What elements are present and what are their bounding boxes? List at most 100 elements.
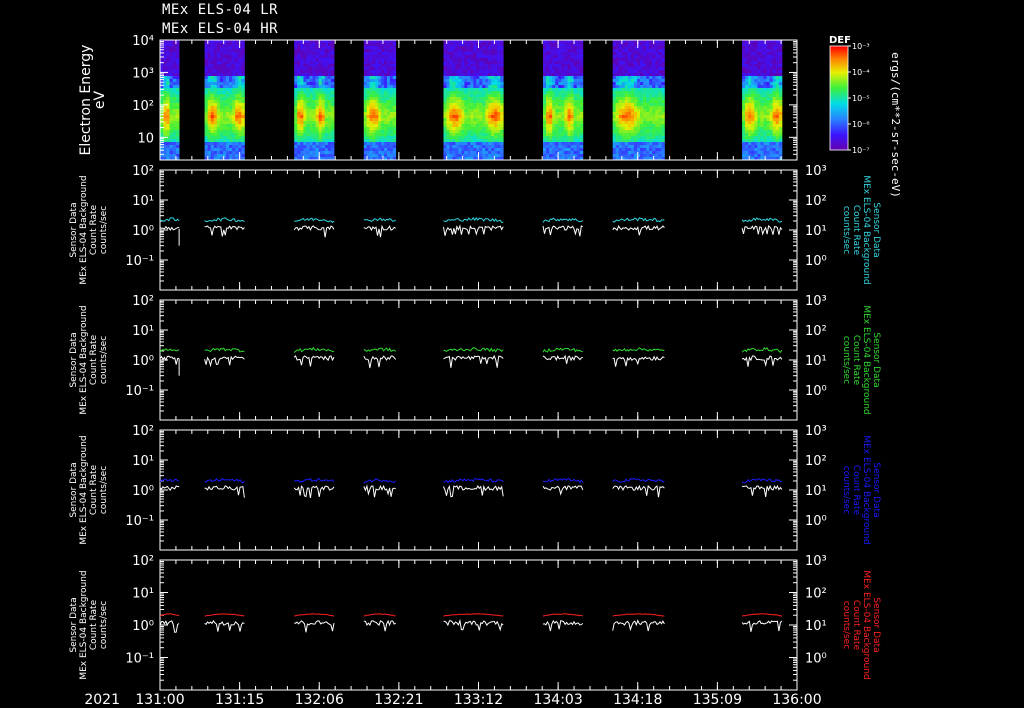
y-label-left: Count Rate — [89, 334, 99, 385]
y-tick-label-right: 10⁰ — [805, 514, 827, 529]
colorbar-units: ergs/(cm**2-sr-sec-eV) — [889, 52, 902, 198]
series-segment — [542, 619, 584, 632]
y-tick-label-right: 10² — [805, 587, 827, 602]
series-segment — [363, 217, 396, 222]
y-label-left: MEx ELS-04 Background — [79, 570, 89, 679]
y-label-right: MEx ELS-04 Background — [861, 570, 871, 679]
y-label-left: Sensor Data — [69, 202, 79, 257]
series-segment — [443, 477, 504, 484]
colorbar-tick-label: 10⁻⁴ — [852, 68, 870, 77]
x-tick-label: 131:15 — [215, 692, 264, 708]
y-label-left: Sensor Data — [69, 332, 79, 387]
y-label-left: Count Rate — [89, 464, 99, 515]
y-tick-label-left: 10⁰ — [132, 619, 154, 634]
y-label-right: counts/sec — [841, 336, 851, 384]
spectrogram-block — [742, 40, 783, 161]
series-segment — [204, 613, 245, 617]
y-label-right: Sensor Data — [871, 462, 881, 517]
y-label-left: Sensor Data — [69, 462, 79, 517]
y-label-right: Count Rate — [851, 465, 861, 516]
series-segment — [159, 225, 180, 231]
y-tick-label-right: 10⁰ — [805, 384, 827, 399]
series-line-colored — [159, 216, 783, 224]
series-segment — [204, 217, 245, 223]
colorbar-tick-label: 10⁻⁵ — [852, 94, 870, 103]
series-segment — [443, 354, 504, 368]
x-tick-label: 133:12 — [454, 692, 503, 708]
spectrogram-block — [612, 40, 665, 161]
y-tick-label-left: 10¹ — [132, 454, 154, 469]
series-segment — [159, 478, 180, 483]
series-segment — [363, 224, 396, 238]
y-label-right: MEx ELS-04 Background — [861, 305, 871, 414]
series-segment — [612, 347, 665, 352]
series-segment — [612, 477, 665, 483]
series-segment — [741, 620, 783, 632]
series-segment — [612, 224, 665, 236]
y-label-right: counts/sec — [841, 206, 851, 254]
series-line-colored — [159, 477, 783, 484]
panel-frame — [159, 559, 798, 691]
y-tick-label-left: 10⁻¹ — [125, 384, 154, 399]
y-tick-label: 10² — [132, 99, 154, 114]
series-line-white — [159, 484, 783, 498]
series-segment — [542, 225, 584, 237]
y-label-left: MEx ELS-04 Background — [79, 435, 89, 544]
series-segment — [741, 478, 783, 484]
series-segment — [204, 355, 245, 368]
colorbar-tick-label: 10⁻⁶ — [852, 120, 870, 129]
spectrogram-block — [363, 40, 397, 161]
series-segment — [204, 477, 245, 484]
series-segment — [293, 346, 335, 353]
series-line-white — [159, 354, 783, 369]
series-segment — [294, 217, 335, 224]
series-segment — [204, 347, 245, 353]
y-label-right: MEx ELS-04 Background — [861, 175, 871, 284]
series-segment — [363, 484, 396, 498]
series-segment — [204, 225, 245, 237]
series-segment — [741, 224, 783, 236]
series-line-white — [159, 618, 783, 633]
y-label-right: Count Rate — [851, 205, 861, 256]
series-line-colored — [159, 613, 782, 617]
y-label-left: Count Rate — [89, 204, 99, 255]
y-tick-label-left: 10⁰ — [132, 354, 154, 369]
x-tick-label: 132:06 — [295, 692, 344, 708]
chart-canvas: 1010²10³10⁴Electron EnergyeVDEF10⁻⁷10⁻⁶1… — [69, 34, 902, 708]
series-segment — [741, 484, 783, 497]
y-tick-label-left: 10² — [132, 294, 154, 309]
series-segment — [443, 618, 504, 632]
series-segment — [612, 619, 665, 632]
y-tick-label-right: 10⁰ — [805, 652, 827, 667]
y-label-right: counts/sec — [841, 601, 851, 649]
y-tick-label-right: 10¹ — [805, 224, 827, 239]
series-segment — [741, 346, 783, 354]
series-segment — [204, 620, 245, 632]
series-segment — [293, 485, 335, 498]
y-tick-label-left: 10⁰ — [132, 484, 154, 499]
series-segment — [612, 484, 665, 498]
series-line-white — [159, 224, 783, 238]
y-tick-label-left: 10⁰ — [132, 224, 154, 239]
series-segment — [443, 216, 504, 223]
panel-frame — [159, 169, 798, 291]
y-tick-label-left: 10² — [132, 424, 154, 439]
series-segment — [294, 620, 335, 633]
y-label-left: MEx ELS-04 Background — [79, 175, 89, 284]
series-segment — [542, 478, 584, 484]
y-tick-label-left: 10⁻¹ — [125, 652, 154, 667]
series-segment — [363, 478, 397, 484]
series-segment — [542, 485, 584, 496]
y-tick-label-right: 10¹ — [805, 619, 827, 634]
panel-frame — [159, 429, 798, 551]
spectrogram-block — [204, 40, 245, 161]
y-tick-label-right: 10¹ — [805, 354, 827, 369]
y-tick-label-right: 10³ — [805, 424, 827, 439]
series-segment — [293, 355, 335, 367]
spectrogram-block — [443, 40, 504, 161]
series-segment — [443, 484, 504, 498]
series-segment — [612, 355, 665, 367]
y-label-left: counts/sec — [99, 206, 109, 254]
x-year-label: 2021 — [84, 692, 120, 708]
series-segment — [741, 355, 783, 367]
